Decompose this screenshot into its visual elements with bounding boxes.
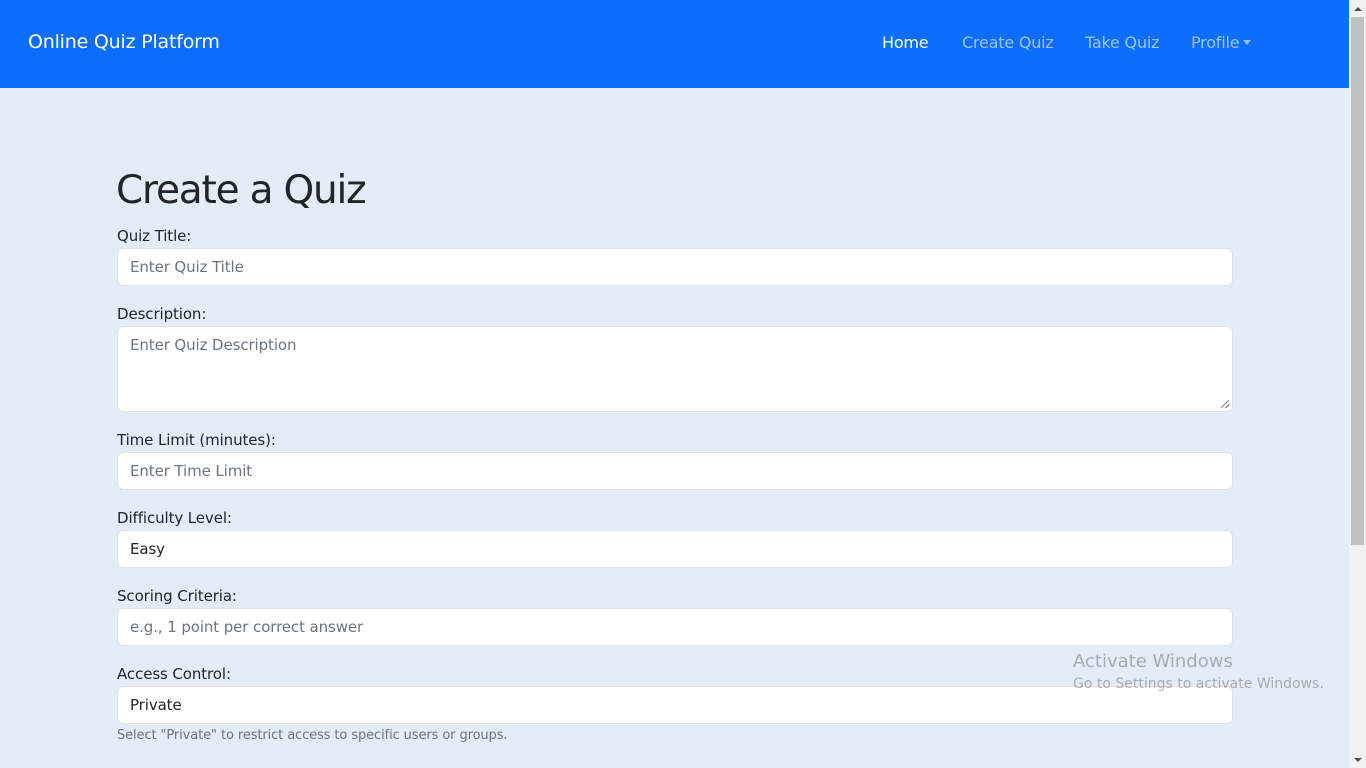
access-control-select[interactable]: Private	[117, 686, 1233, 724]
page-title: Create a Quiz	[116, 168, 367, 213]
access-control-help: Select "Private" to restrict access to s…	[117, 728, 508, 743]
scroll-down-icon[interactable]	[1349, 751, 1366, 768]
windows-activation-watermark: Activate Windows Go to Settings to activ…	[1073, 651, 1324, 692]
scoring-input[interactable]: e.g., 1 point per correct answer	[117, 608, 1233, 646]
caret-down-icon	[1243, 40, 1252, 45]
scoring-label: Scoring Criteria:	[117, 587, 237, 605]
scoring-placeholder: e.g., 1 point per correct answer	[130, 618, 364, 636]
description-textarea[interactable]: Enter Quiz Description	[117, 326, 1233, 412]
time-limit-placeholder: Enter Time Limit	[130, 462, 253, 480]
time-limit-label: Time Limit (minutes):	[117, 431, 276, 449]
quiz-title-input[interactable]: Enter Quiz Title	[117, 248, 1233, 286]
access-control-label: Access Control:	[117, 665, 231, 683]
quiz-title-label: Quiz Title:	[117, 227, 192, 245]
difficulty-value: Easy	[130, 540, 165, 558]
nav-home[interactable]: Home	[882, 33, 929, 52]
vertical-scrollbar[interactable]	[1349, 0, 1366, 768]
difficulty-select[interactable]: Easy	[117, 530, 1233, 568]
resize-grip-icon[interactable]	[1221, 400, 1229, 408]
description-label: Description:	[117, 305, 207, 323]
nav-profile-dropdown[interactable]: Profile	[1191, 33, 1252, 52]
difficulty-label: Difficulty Level:	[117, 509, 232, 527]
watermark-subtitle: Go to Settings to activate Windows.	[1073, 676, 1324, 692]
watermark-title: Activate Windows	[1073, 651, 1233, 672]
description-placeholder: Enter Quiz Description	[130, 336, 297, 354]
time-limit-input[interactable]: Enter Time Limit	[117, 452, 1233, 490]
nav-take-quiz[interactable]: Take Quiz	[1085, 33, 1160, 52]
scrollbar-thumb[interactable]	[1351, 17, 1364, 545]
brand-link[interactable]: Online Quiz Platform	[28, 31, 220, 53]
top-navbar: Online Quiz Platform Home Create Quiz Ta…	[0, 0, 1349, 88]
access-control-value: Private	[130, 696, 182, 714]
quiz-title-placeholder: Enter Quiz Title	[130, 258, 244, 276]
scroll-up-icon[interactable]	[1349, 0, 1366, 17]
nav-profile-label: Profile	[1191, 33, 1240, 52]
nav-create-quiz[interactable]: Create Quiz	[962, 33, 1054, 52]
